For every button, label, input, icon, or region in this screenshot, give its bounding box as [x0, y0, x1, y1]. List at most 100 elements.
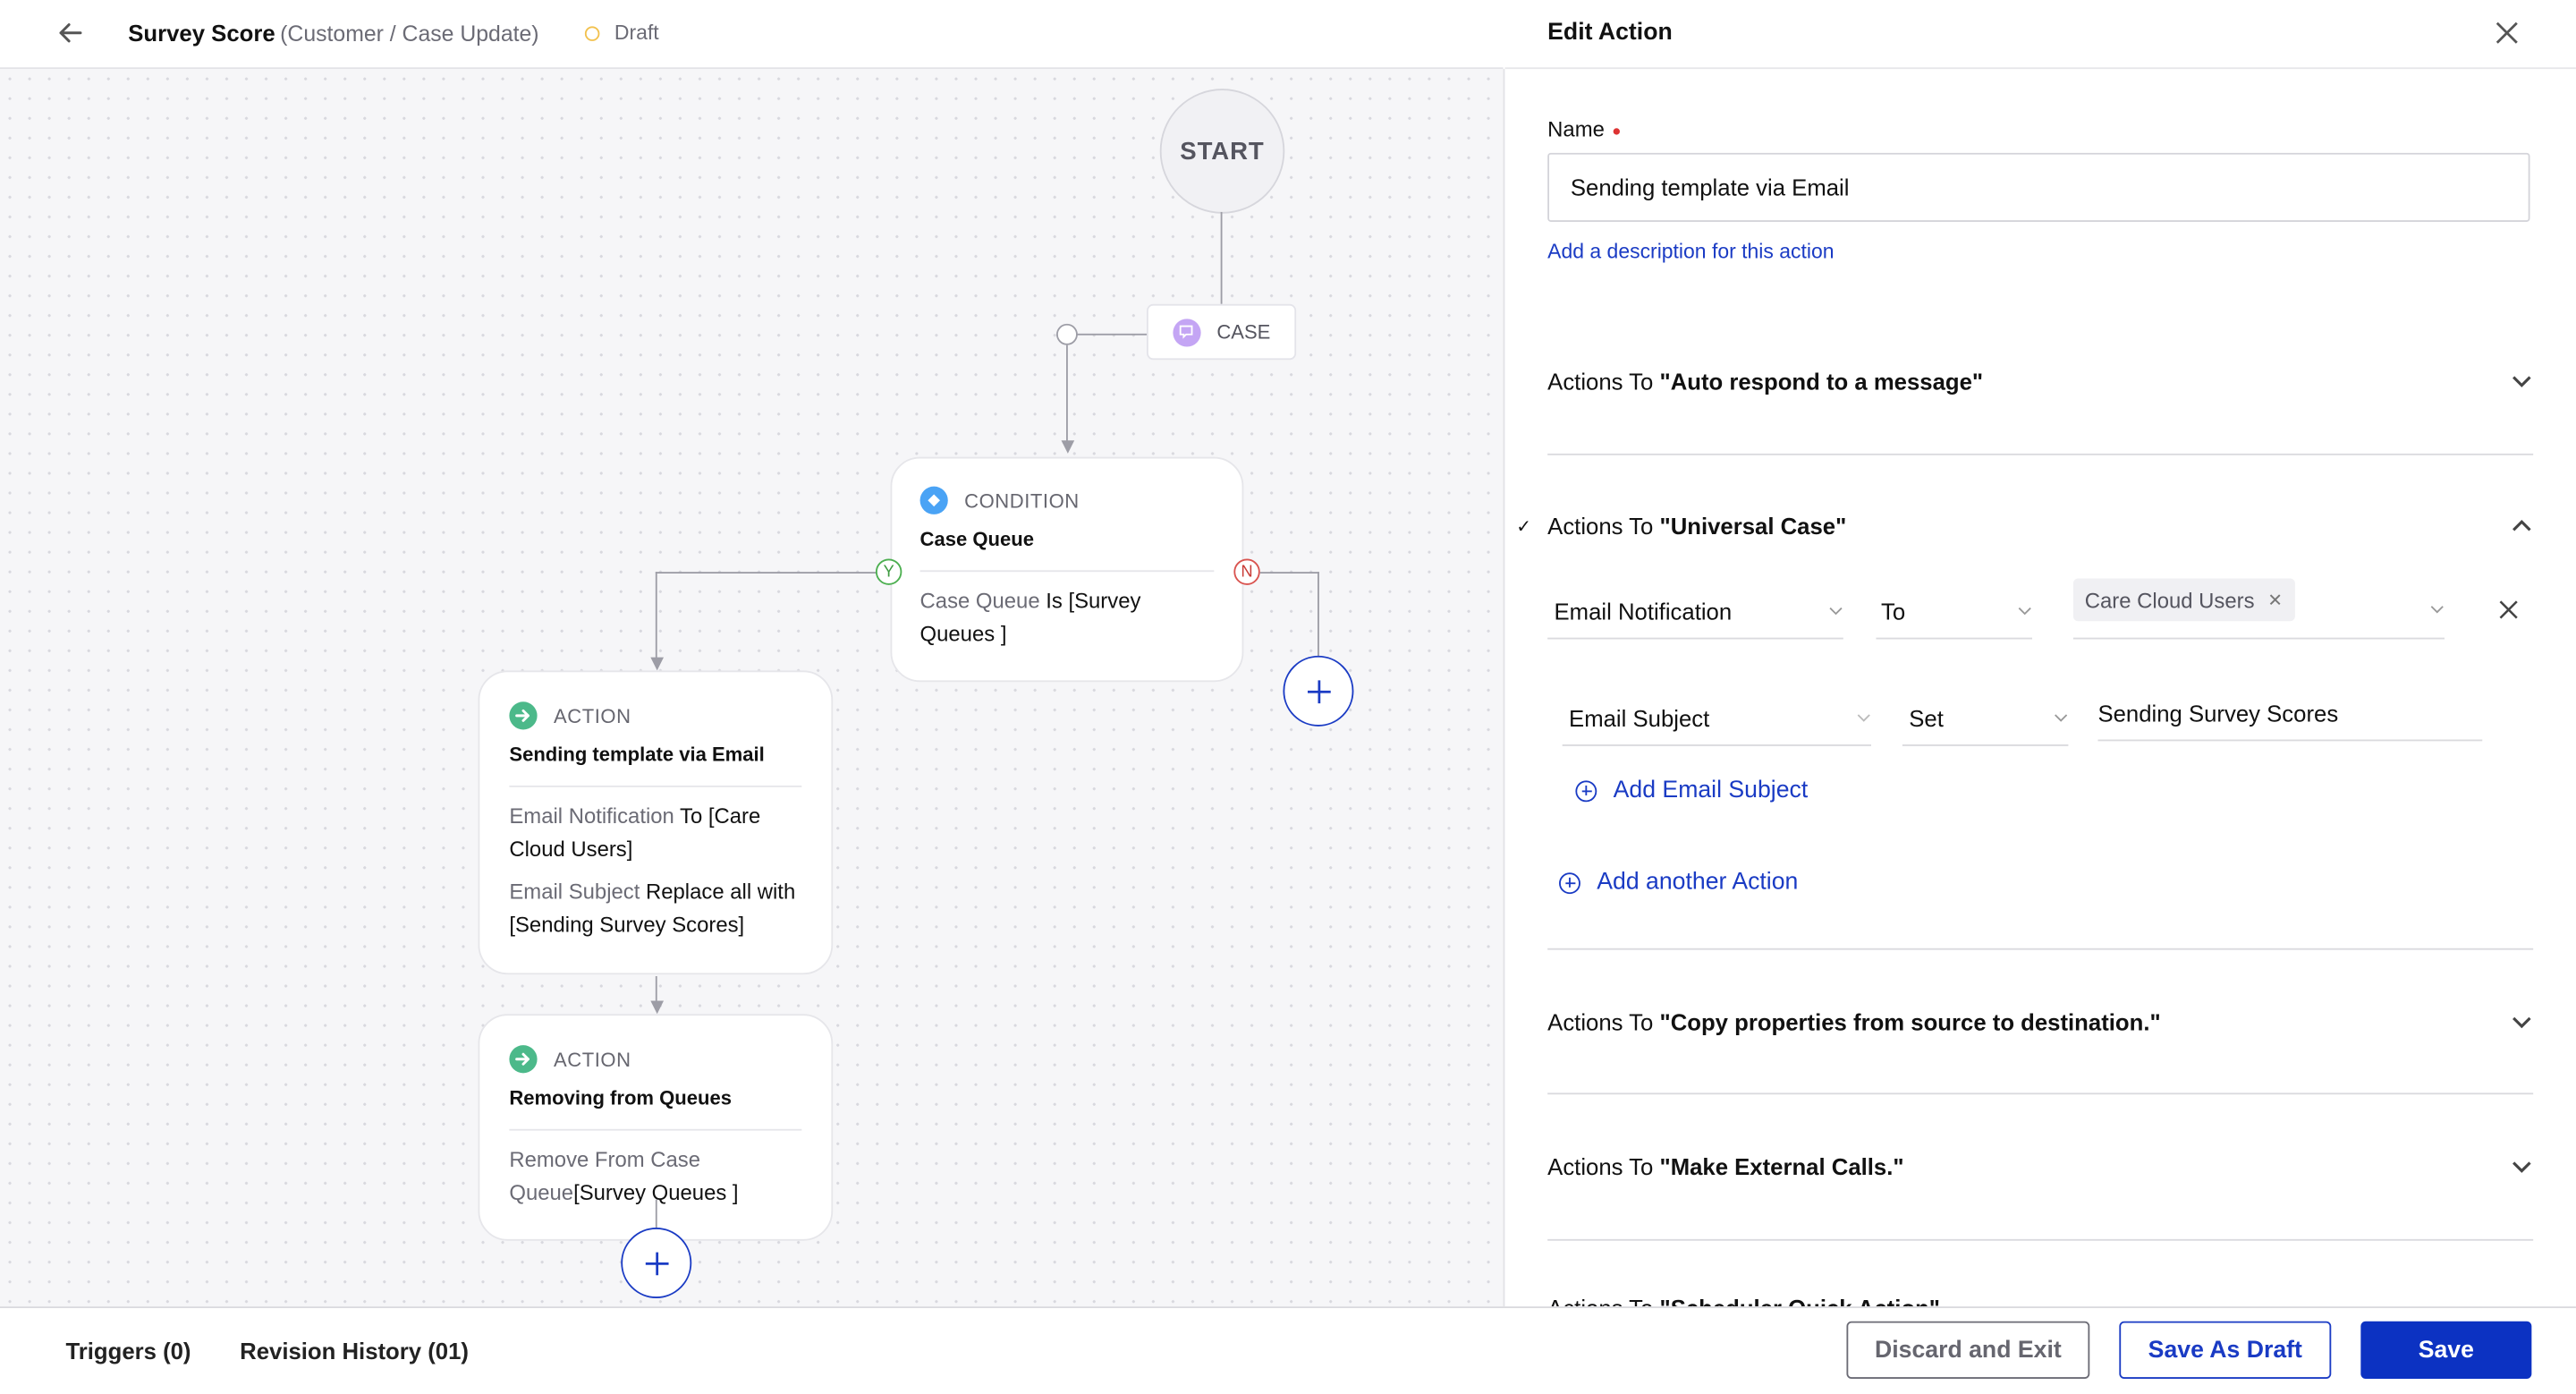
close-panel-button[interactable]: [2490, 16, 2523, 49]
section-prefix: Actions To: [1547, 1008, 1660, 1036]
section-external-calls[interactable]: Actions To "Make External Calls.": [1547, 1153, 2533, 1180]
section-title: Actions To "Make External Calls.": [1547, 1153, 1903, 1179]
section-auto-respond[interactable]: Actions To "Auto respond to a message": [1547, 368, 2533, 395]
node-title: Removing from Queues: [509, 1086, 732, 1109]
email-subject-input[interactable]: Sending Survey Scores: [2097, 685, 2483, 742]
chevron-down-icon: [2055, 714, 2068, 722]
section-universal-case[interactable]: Actions To "Universal Case": [1547, 513, 2533, 539]
discard-and-exit-button[interactable]: Discard and Exit: [1846, 1321, 2090, 1379]
section-title: Actions To "Universal Case": [1547, 513, 1846, 539]
divider: [1547, 453, 2534, 455]
connector-handle[interactable]: [1055, 323, 1078, 345]
section-title: Actions To "Copy properties from source …: [1547, 1009, 2160, 1035]
section-name: "Scheduler Quick Action": [1659, 1295, 1940, 1306]
save-as-draft-button[interactable]: Save As Draft: [2119, 1321, 2332, 1379]
add-another-action-label: Add another Action: [1597, 869, 1799, 897]
chevron-down-icon: [2430, 606, 2444, 614]
section-prefix: Actions To: [1547, 1295, 1659, 1306]
yes-label: Y: [883, 563, 894, 582]
section-copy-properties[interactable]: Actions To "Copy properties from source …: [1547, 1009, 2533, 1035]
panel-title: Edit Action: [1547, 20, 1673, 47]
divider: [1547, 1238, 2534, 1241]
section-name: "Make External Calls.": [1659, 1153, 1904, 1180]
recipient-chip: Care Cloud Users ✕: [2072, 578, 2295, 622]
connector-line: [655, 1199, 658, 1229]
connector-line: [655, 572, 658, 661]
back-button[interactable]: [55, 18, 89, 51]
section-header[interactable]: Actions To "Universal Case": [1547, 513, 2533, 539]
node-title: Case Queue: [919, 527, 1034, 551]
remove-chip-icon[interactable]: ✕: [2267, 589, 2283, 610]
condition-node[interactable]: CONDITION Case Queue Case Queue Is [Surv…: [890, 456, 1244, 683]
section-name: "Copy properties from source to destinat…: [1659, 1008, 2161, 1036]
start-node[interactable]: START: [1159, 89, 1285, 214]
add-node-button[interactable]: [1283, 655, 1354, 727]
remove-row-button[interactable]: [2496, 597, 2521, 623]
recipients-multiselect[interactable]: Care Cloud Users ✕: [2072, 578, 2445, 640]
required-indicator: [1613, 127, 1620, 134]
footer-bar: Triggers (0) Revision History (01) Disca…: [0, 1306, 2576, 1394]
diamond-icon: [919, 486, 948, 514]
plus-icon: [644, 1251, 668, 1275]
add-description-link[interactable]: Add a description for this action: [1547, 240, 1834, 263]
workflow-context: (Customer / Case Update): [280, 21, 539, 47]
close-icon: [2499, 600, 2518, 619]
section-header[interactable]: Actions To "Copy properties from source …: [1547, 1009, 2533, 1035]
status-dot-icon: [584, 25, 600, 40]
chevron-down-icon: [1829, 607, 1843, 616]
plus-circle-icon: [1575, 779, 1597, 802]
connector-line: [1318, 572, 1320, 658]
subfield-operator-value: Set: [1909, 704, 1944, 731]
triggers-tab[interactable]: Triggers (0): [65, 1338, 191, 1364]
divider: [509, 1128, 802, 1131]
chevron-down-icon[interactable]: [2510, 1011, 2533, 1034]
section-name: "Universal Case": [1659, 513, 1847, 540]
chevron-down-icon[interactable]: [2510, 370, 2533, 393]
connector-line: [655, 572, 877, 574]
section-header[interactable]: Actions To "Auto respond to a message": [1547, 368, 2533, 395]
arrow-right-circle-icon: [509, 1045, 538, 1074]
revision-history-tab[interactable]: Revision History (01): [240, 1338, 469, 1364]
field-select[interactable]: Email Notification: [1547, 583, 1843, 640]
add-node-button[interactable]: [621, 1228, 692, 1298]
flow-canvas[interactable]: START CASE CONDITION Case Queue Case Que…: [0, 69, 1505, 1307]
add-another-action-button[interactable]: Add another Action: [1559, 870, 1798, 896]
workflow-editor: Survey Score (Customer / Case Update) Dra…: [0, 0, 2576, 1394]
section-prefix: Actions To: [1547, 1153, 1660, 1180]
subfield-select[interactable]: Email Subject: [1562, 690, 1872, 746]
save-button[interactable]: Save: [2360, 1321, 2532, 1379]
case-label: CASE: [1216, 320, 1271, 344]
section-scheduler[interactable]: Actions To "Scheduler Quick Action": [1547, 1295, 2533, 1306]
node-type-label: ACTION: [553, 1047, 631, 1071]
action-name-input[interactable]: [1547, 152, 2530, 222]
node-title: Sending template via Email: [509, 743, 765, 766]
chevron-up-icon[interactable]: [2510, 514, 2533, 538]
arrow-left-icon: [59, 23, 82, 43]
subfield-operator-select[interactable]: Set: [1902, 690, 2069, 746]
arrow-right-circle-icon: [509, 701, 538, 730]
connector-line: [1076, 333, 1148, 336]
add-email-subject-label: Add Email Subject: [1613, 777, 1809, 804]
email-subject-value: Sending Survey Scores: [2097, 700, 2339, 727]
operator-select[interactable]: To: [1876, 583, 2032, 640]
node-summary: Email Notification To [Care Cloud Users]: [509, 800, 801, 865]
section-header[interactable]: Actions To "Scheduler Quick Action": [1547, 1295, 2533, 1306]
add-email-subject-button[interactable]: Add Email Subject: [1575, 778, 1808, 803]
divider: [919, 570, 1215, 573]
summary-field: Email Notification: [509, 803, 674, 829]
panel-header: Edit Action: [1504, 0, 2576, 70]
chevron-down-icon: [1857, 714, 1870, 722]
chevron-down-icon: [2018, 607, 2031, 616]
edit-action-panel: Edit Action Name Add a description for t…: [1504, 0, 2576, 1307]
chevron-down-icon[interactable]: [2510, 1155, 2533, 1178]
section-title: Actions To "Scheduler Quick Action": [1547, 1295, 1940, 1306]
section-title: Actions To "Auto respond to a message": [1547, 368, 1983, 394]
chip-label: Care Cloud Users: [2084, 587, 2255, 613]
status-badge: Draft: [584, 21, 659, 45]
action-node[interactable]: ACTION Sending template via Email Email …: [478, 670, 834, 975]
divider: [1547, 948, 2534, 950]
no-branch-badge: N: [1233, 558, 1260, 585]
node-type-label: ACTION: [553, 704, 631, 727]
case-trigger-node[interactable]: CASE: [1147, 303, 1297, 361]
section-header[interactable]: Actions To "Make External Calls.": [1547, 1153, 2533, 1180]
